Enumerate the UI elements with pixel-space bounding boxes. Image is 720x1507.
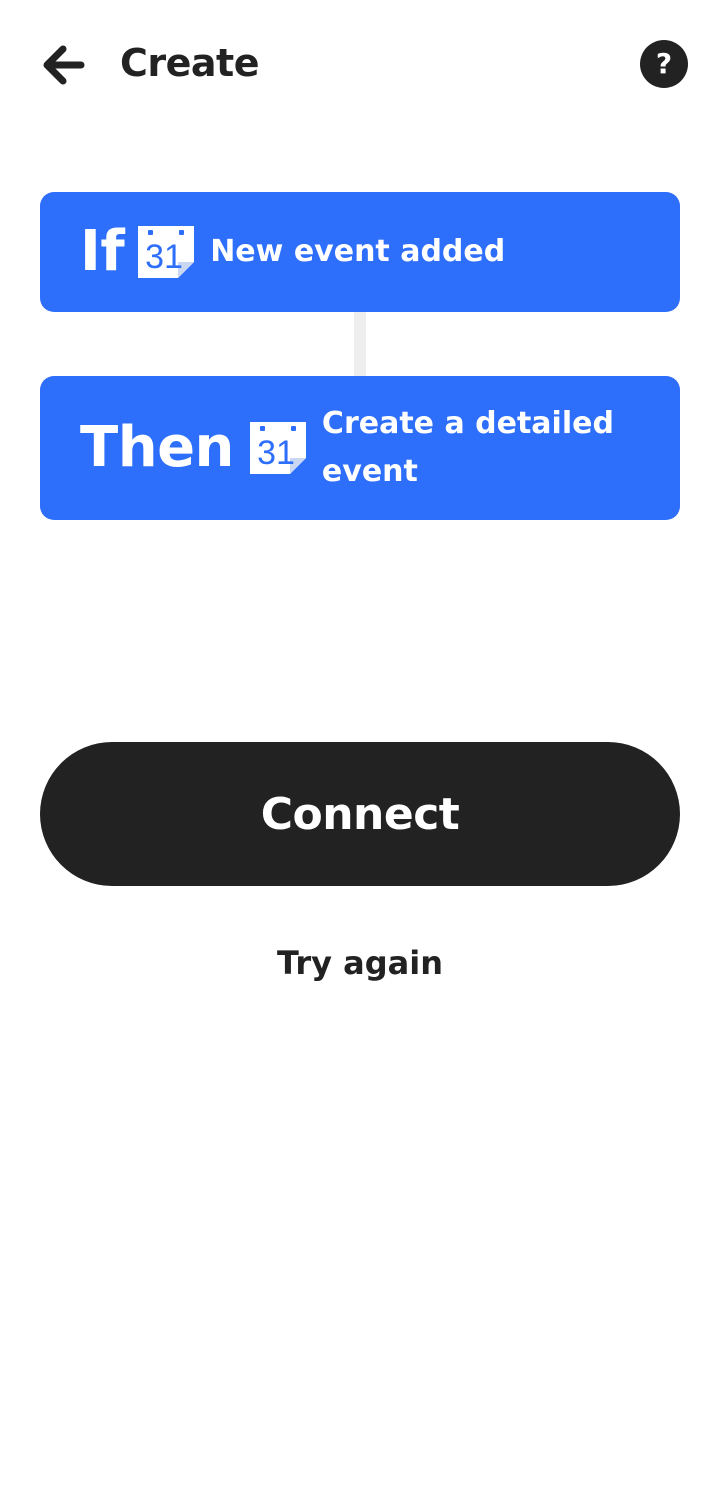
question-mark-icon: ? (655, 47, 673, 80)
calendar-day-label: 31 (145, 238, 183, 276)
back-button[interactable] (34, 36, 92, 94)
action-card[interactable]: Then 31 Create a detailed event (40, 376, 680, 520)
page-title: Create (120, 41, 259, 85)
google-calendar-icon: 31 (249, 422, 306, 474)
calendar-day-label: 31 (257, 434, 295, 472)
top-bar: Create ? (0, 0, 720, 130)
help-button[interactable]: ? (640, 40, 688, 88)
if-keyword: If (80, 219, 125, 284)
arrow-left-icon (43, 45, 85, 85)
then-keyword: Then (80, 415, 234, 480)
connect-button[interactable]: Connect (40, 742, 680, 886)
google-calendar-icon: 31 (138, 226, 195, 278)
trigger-text: New event added (210, 234, 506, 269)
try-again-link[interactable]: Try again (0, 940, 720, 986)
connector-line (354, 312, 366, 376)
trigger-card[interactable]: If 31 New event added (40, 192, 680, 312)
action-text: Create a detailed event (321, 406, 614, 489)
